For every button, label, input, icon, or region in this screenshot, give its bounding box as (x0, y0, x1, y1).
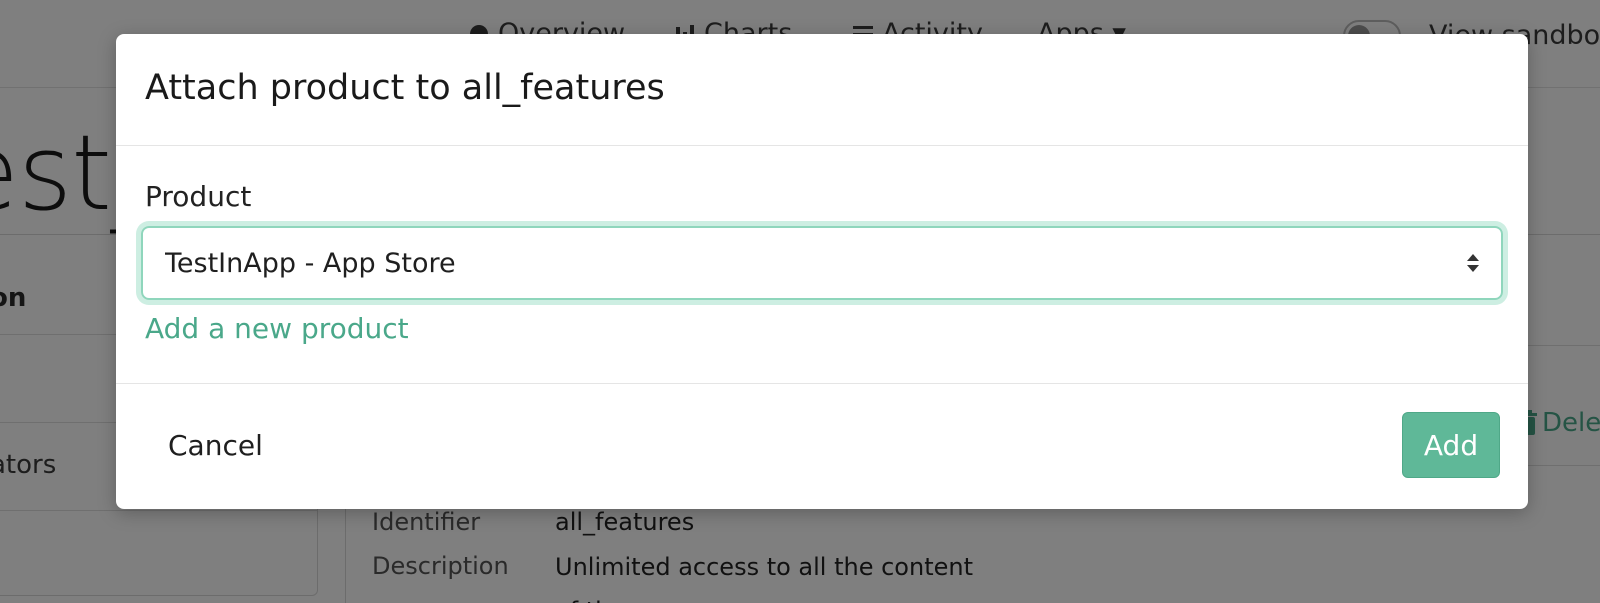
modal-header: Attach product to all_features (116, 34, 1528, 146)
modal-body: Product TestInApp - App Store Add a new … (116, 146, 1528, 384)
product-field-label: Product (145, 180, 252, 213)
product-select-wrapper: TestInApp - App Store (141, 226, 1503, 300)
modal-footer: Cancel Add (116, 384, 1528, 509)
product-select[interactable]: TestInApp - App Store (141, 226, 1503, 300)
modal-title: Attach product to all_features (145, 68, 665, 108)
attach-product-modal: Attach product to all_features Product T… (116, 34, 1528, 509)
add-new-product-link[interactable]: Add a new product (145, 312, 409, 345)
add-button[interactable]: Add (1402, 412, 1500, 478)
cancel-button[interactable]: Cancel (146, 412, 285, 478)
